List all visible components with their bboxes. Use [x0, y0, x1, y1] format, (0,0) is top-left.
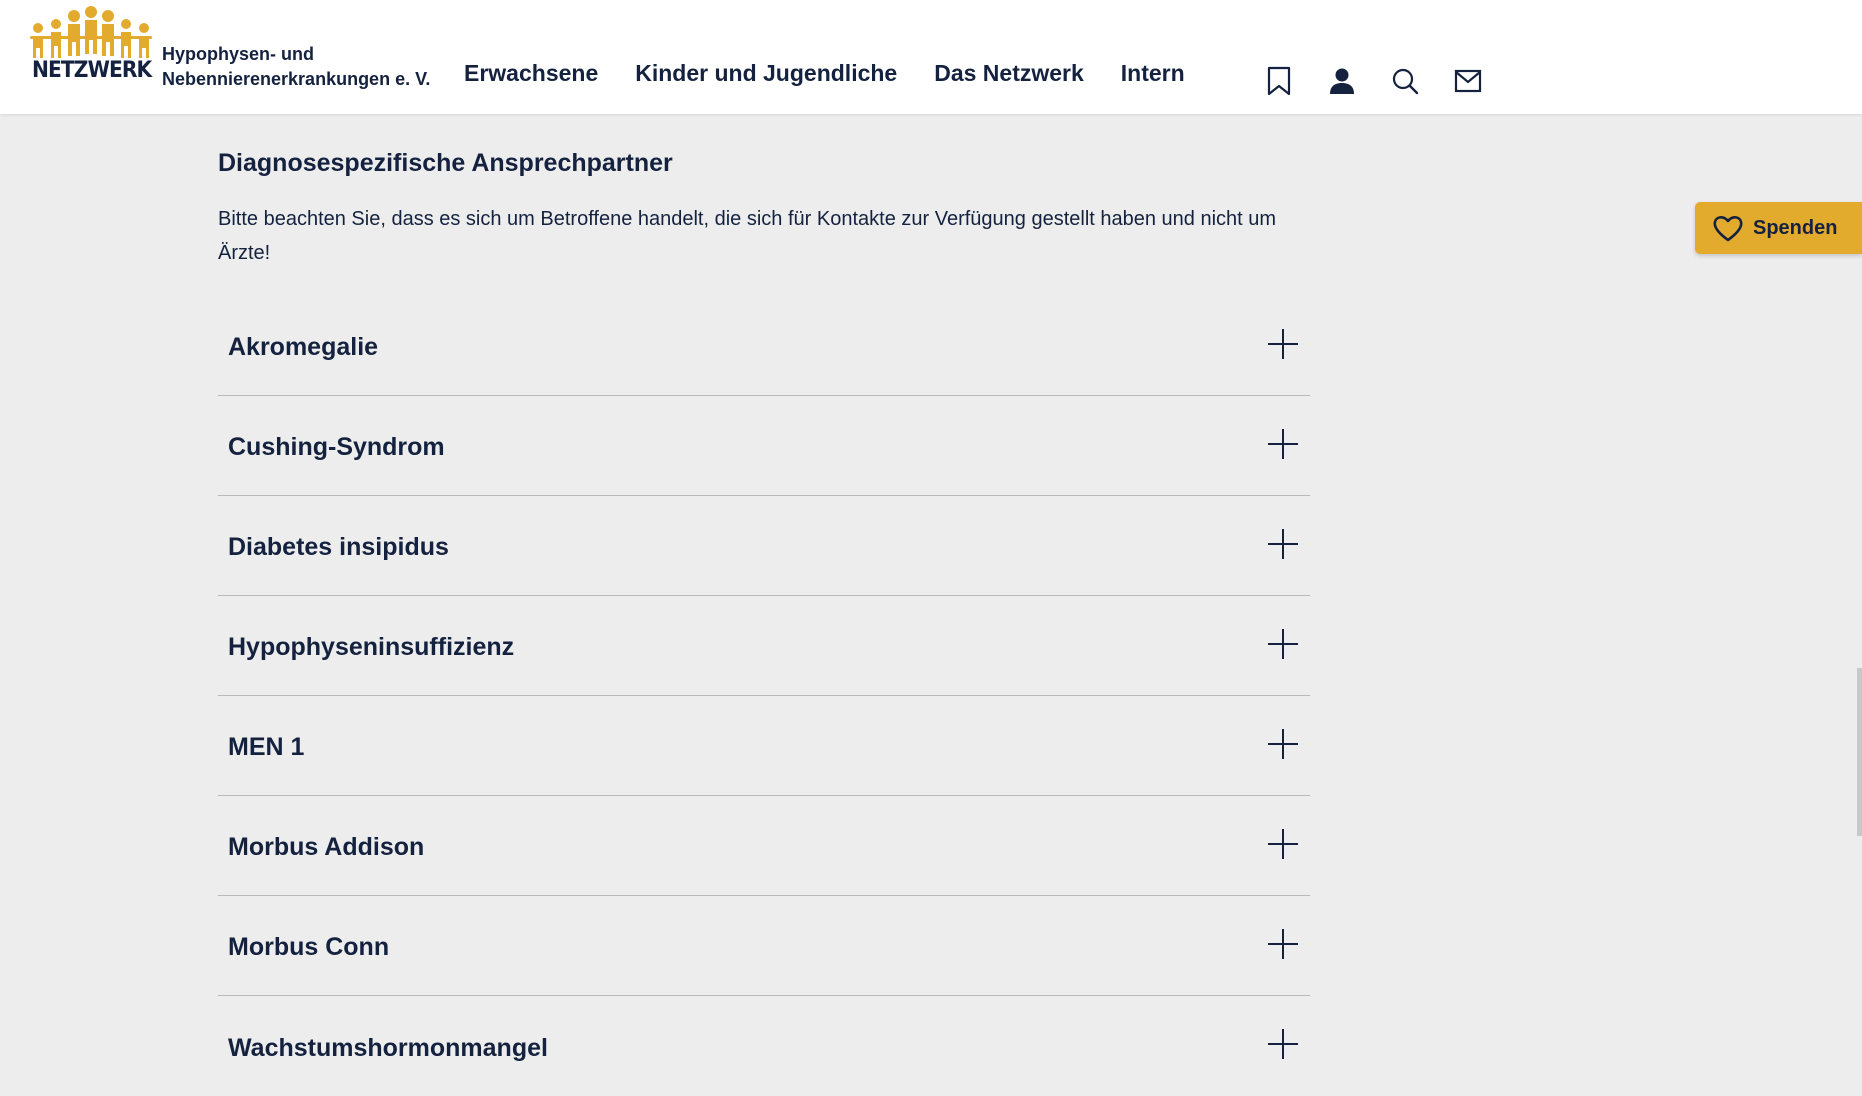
page-title: Diagnosespezifische Ansprechpartner [218, 149, 673, 177]
accordion-label: Cushing-Syndrom [228, 433, 445, 461]
accordion-label: MEN 1 [228, 733, 305, 761]
main-nav: Erwachsene Kinder und Jugendliche Das Ne… [464, 60, 1185, 87]
intro-text: Bitte beachten Sie, dass es sich um Betr… [218, 208, 1277, 264]
plus-icon[interactable] [1268, 528, 1298, 559]
search-icon[interactable] [1388, 64, 1422, 98]
accordion-item-hypophyseninsuffizienz[interactable]: Hypophyseninsuffizienz [218, 596, 1310, 696]
accordion-label: Wachstumshormonmangel [228, 1033, 548, 1062]
accordion-item-akromegalie[interactable]: Akromegalie [218, 296, 1310, 396]
plus-icon[interactable] [1268, 428, 1298, 459]
main-content: Diagnosespezifische Ansprechpartner Bitt… [218, 146, 1310, 1096]
plus-icon[interactable] [1268, 628, 1298, 659]
nav-item-intern[interactable]: Intern [1121, 60, 1185, 87]
user-icon[interactable] [1325, 64, 1359, 98]
plus-icon[interactable] [1268, 928, 1298, 959]
plus-icon[interactable] [1268, 728, 1298, 759]
accordion-label: Diabetes insipidus [228, 533, 449, 561]
header-icon-bar [1262, 64, 1485, 98]
accordion-item-wachstumshormonmangel[interactable]: Wachstumshormonmangel [218, 996, 1310, 1096]
netzwerk-logo[interactable]: NETZWERK [28, 6, 154, 88]
accordion-item-morbus-addison[interactable]: Morbus Addison [218, 796, 1310, 896]
accordion-item-men-1[interactable]: MEN 1 [218, 696, 1310, 796]
org-name-line-2: Nebennierenerkrankungen e. V. [162, 69, 431, 89]
plus-icon[interactable] [1268, 828, 1298, 859]
site-header: NETZWERK Hypophysen- und Nebennierenerkr… [0, 0, 1862, 114]
accordion-label: Morbus Addison [228, 833, 425, 861]
accordion: Akromegalie Cushing-Syndrom Diabetes ins… [218, 296, 1310, 1096]
plus-icon[interactable] [1268, 328, 1298, 359]
nav-item-erwachsene[interactable]: Erwachsene [464, 60, 598, 87]
org-name-line-1: Hypophysen- und [162, 44, 314, 64]
donate-button[interactable]: Spenden [1695, 202, 1862, 254]
mail-icon[interactable] [1451, 64, 1485, 98]
heart-icon [1713, 216, 1743, 242]
page-scrollbar[interactable] [1857, 668, 1862, 836]
accordion-label: Morbus Conn [228, 933, 390, 961]
accordion-label: Akromegalie [228, 333, 379, 361]
donate-label: Spenden [1753, 216, 1838, 239]
accordion-item-diabetes-insipidus[interactable]: Diabetes insipidus [218, 496, 1310, 596]
nav-item-kinder-und-jugendliche[interactable]: Kinder und Jugendliche [635, 60, 897, 87]
plus-icon[interactable] [1268, 1029, 1298, 1059]
org-name[interactable]: Hypophysen- und Nebennierenerkrankungen … [162, 42, 462, 92]
accordion-item-cushing-syndrom[interactable]: Cushing-Syndrom [218, 396, 1310, 496]
accordion-label: Hypophyseninsuffizienz [228, 633, 515, 661]
accordion-item-morbus-conn[interactable]: Morbus Conn [218, 896, 1310, 996]
bookmark-icon[interactable] [1262, 64, 1296, 98]
nav-item-das-netzwerk[interactable]: Das Netzwerk [934, 60, 1084, 87]
logo-wordmark: NETZWERK [32, 58, 152, 83]
